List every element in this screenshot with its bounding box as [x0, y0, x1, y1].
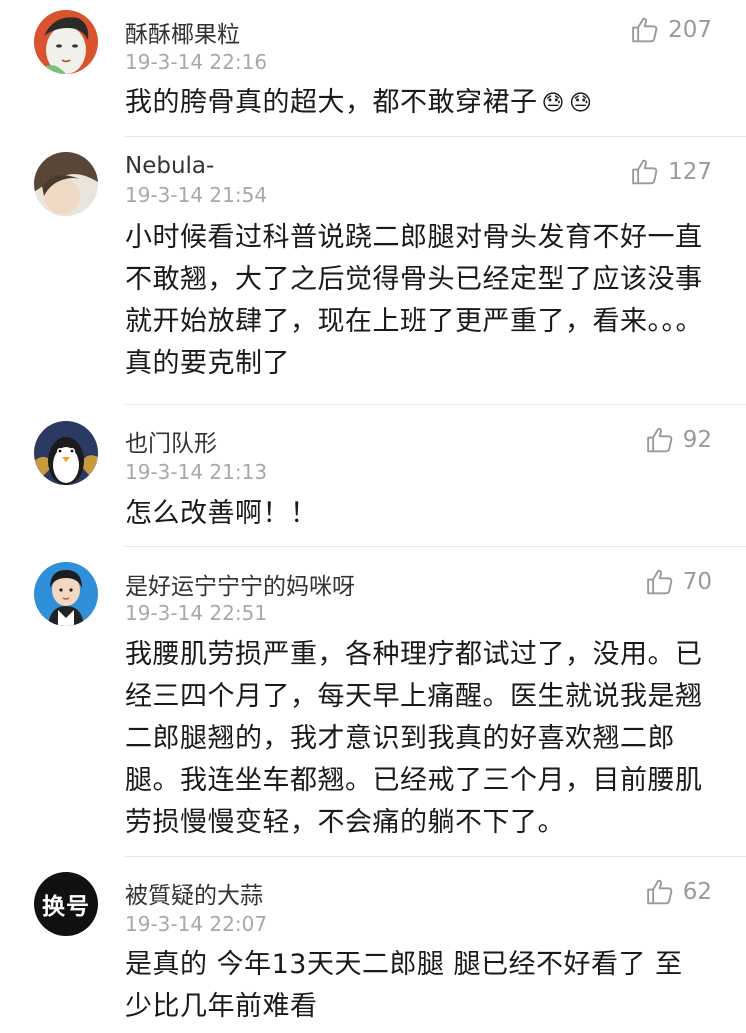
divider	[125, 546, 746, 547]
divider	[125, 136, 746, 137]
comment-username[interactable]: Nebula-	[125, 153, 214, 179]
thumbs-up-icon	[646, 427, 673, 453]
like-count: 207	[668, 17, 712, 43]
photo-avatar[interactable]	[34, 152, 98, 216]
comment-timestamp: 19-3-14 21:54	[125, 183, 268, 207]
like-button[interactable]: 92	[645, 424, 712, 456]
comment-text: 我的胯骨真的超大，都不敢穿裙子 😓 😓	[125, 87, 593, 118]
comment-timestamp: 19-3-14 21:13	[125, 460, 268, 484]
sweat-emoji-icon: 😓	[568, 90, 593, 116]
like-button[interactable]: 207	[630, 14, 712, 46]
comment-text: 是真的 今年13天天二郎腿 腿已经不好看了 至少比几年前难看	[125, 949, 683, 1022]
comment-timestamp: 19-3-14 22:51	[125, 601, 268, 625]
thumbs-up-icon	[632, 159, 658, 185]
comment-text: 怎么改善啊！！	[125, 498, 318, 529]
like-count: 70	[682, 569, 712, 595]
comment-username[interactable]: 被質疑的大蒜	[125, 876, 263, 910]
comment-text: 小时候看过科普说跷二郎腿对骨头发育不好一直不敢翘，大了之后觉得骨头已经定型了应该…	[125, 222, 703, 379]
like-count: 92	[682, 427, 712, 453]
like-button[interactable]: 70	[645, 566, 712, 598]
penguin-avatar[interactable]	[34, 421, 98, 485]
thumbs-up-icon	[632, 17, 658, 43]
text-avatar[interactable]: 换号	[34, 872, 98, 936]
comment-username[interactable]: 也门队形	[125, 424, 217, 458]
thumbs-up-icon	[646, 879, 673, 905]
sweat-emoji-icon: 😓	[541, 90, 565, 116]
like-count: 127	[668, 159, 712, 185]
avatar-text: 换号	[42, 894, 90, 920]
comment-timestamp: 19-3-14 22:07	[125, 912, 268, 936]
comment-timestamp: 19-3-14 22:16	[125, 50, 268, 74]
comment-text: 我腰肌劳损严重，各种理疗都试过了，没用。已经三四个月了，每天早上痛醒。医生就说我…	[125, 639, 703, 838]
comment-username[interactable]: 酥酥椰果粒	[125, 15, 240, 49]
like-button[interactable]: 127	[630, 156, 712, 188]
like-button[interactable]: 62	[645, 876, 712, 908]
like-count: 62	[682, 879, 712, 905]
thumbs-up-icon	[646, 569, 673, 595]
divider	[125, 856, 746, 857]
cartoon-face-avatar[interactable]	[34, 10, 98, 74]
child-photo-avatar[interactable]	[34, 562, 98, 626]
divider	[125, 404, 746, 405]
comment-username[interactable]: 是好运宁宁宁的妈咪呀	[125, 567, 355, 601]
